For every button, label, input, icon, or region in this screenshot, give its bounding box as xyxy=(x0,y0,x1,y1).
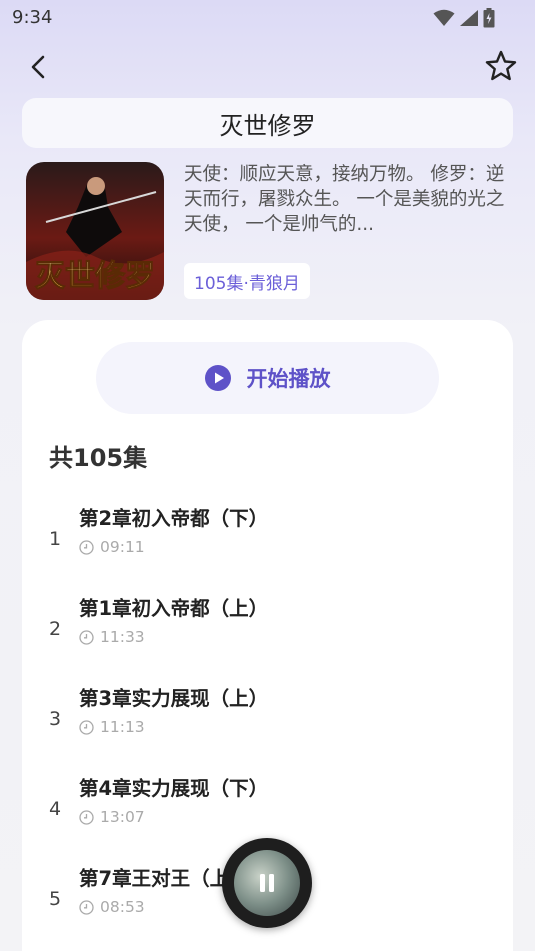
episode-number: 2 xyxy=(49,618,62,640)
episode-duration-text: 11:33 xyxy=(100,628,145,646)
star-icon xyxy=(485,50,517,81)
status-time: 9:34 xyxy=(12,7,53,28)
start-play-label: 开始播放 xyxy=(246,367,331,391)
episode-title: 第2章初入帝都（下） xyxy=(79,507,269,530)
episode-item[interactable]: 3 第3章实力展现（上） 11:13 xyxy=(22,680,513,770)
episode-duration: 13:07 xyxy=(79,808,145,826)
start-play-button[interactable]: 开始播放 xyxy=(96,342,439,414)
episode-number: 5 xyxy=(49,888,62,910)
drama-description: 天使：顺应天意，接纳万物。 修罗：逆天而行，屠戮众生。 一个是美貌的光之天使， … xyxy=(184,164,505,235)
status-icons xyxy=(433,8,495,28)
episode-title: 第4章实力展现（下） xyxy=(79,777,269,800)
wifi-icon xyxy=(433,9,455,26)
episode-author-tag: 105集·青狼月 xyxy=(184,263,310,299)
episode-count: 共105集 xyxy=(49,444,148,472)
mini-player[interactable] xyxy=(222,838,312,928)
episode-duration-text: 11:13 xyxy=(100,718,145,736)
back-arrow-icon xyxy=(31,55,45,79)
back-button[interactable] xyxy=(22,50,56,84)
play-circle-icon xyxy=(204,365,231,391)
signal-icon xyxy=(460,10,478,26)
episode-duration-text: 09:11 xyxy=(100,538,145,556)
clock-icon xyxy=(79,539,94,555)
episode-duration: 08:53 xyxy=(79,898,145,916)
episode-duration-text: 13:07 xyxy=(100,808,145,826)
drama-title: 灭世修罗 xyxy=(22,98,513,148)
episode-item[interactable]: 2 第1章初入帝都（上） 11:33 xyxy=(22,590,513,680)
cover-logo-text: 灭世修罗 xyxy=(35,259,155,294)
episode-duration: 11:33 xyxy=(79,628,145,646)
status-bar: 9:34 xyxy=(0,0,535,36)
episode-number: 3 xyxy=(49,708,62,730)
episode-number: 1 xyxy=(49,528,62,550)
episode-duration: 09:11 xyxy=(79,538,145,556)
episode-number: 4 xyxy=(49,798,62,820)
clock-icon xyxy=(79,719,94,735)
clock-icon xyxy=(79,899,94,915)
episode-duration: 11:13 xyxy=(79,718,145,736)
pause-icon[interactable] xyxy=(256,871,278,895)
episode-title: 第3章实力展现（上） xyxy=(79,687,269,710)
episode-item[interactable]: 1 第2章初入帝都（下） 09:11 xyxy=(22,500,513,590)
favorite-button[interactable] xyxy=(483,48,519,84)
episode-duration-text: 08:53 xyxy=(100,898,145,916)
cover-image: 灭世修罗 xyxy=(26,162,164,300)
clock-icon xyxy=(79,629,94,645)
episode-title: 第1章初入帝都（上） xyxy=(79,597,269,620)
clock-icon xyxy=(79,809,94,825)
battery-icon xyxy=(483,8,495,28)
